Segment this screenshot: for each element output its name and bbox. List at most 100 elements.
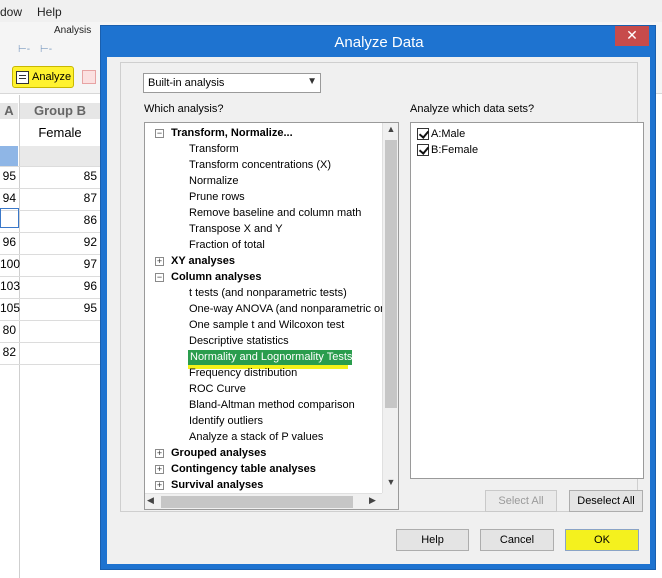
select-all-button[interactable]: Select All	[485, 490, 557, 512]
tree-category[interactable]: Contingency table analyses	[171, 462, 316, 478]
tree-category[interactable]: Survival analyses	[171, 478, 263, 494]
checkbox-checked-icon[interactable]	[417, 144, 429, 156]
grid-line	[0, 166, 100, 167]
grid-line	[0, 364, 100, 365]
column-b-title[interactable]: Female	[20, 125, 100, 140]
menu-help[interactable]: Help	[37, 5, 62, 19]
menu-window[interactable]: dow	[0, 5, 22, 19]
dialog-body: Built-in analysis ▼ Which analysis? Anal…	[107, 57, 650, 564]
ok-button[interactable]: OK	[565, 529, 639, 551]
table-cell[interactable]: 94	[0, 191, 18, 205]
scroll-up-icon[interactable]: ▲	[383, 124, 398, 134]
scroll-right-icon[interactable]: ▶	[369, 495, 376, 506]
tree-category[interactable]: Transform, Normalize...	[171, 126, 293, 142]
analysis-type-dropdown[interactable]: Built-in analysis ▼	[143, 73, 321, 93]
expand-icon[interactable]: +	[155, 449, 164, 458]
tree-item[interactable]: Identify outliers	[189, 414, 263, 430]
tree-item[interactable]: Transpose X and Y	[189, 222, 283, 238]
table-icon[interactable]	[82, 70, 96, 84]
analyze-button[interactable]: Analyze	[12, 66, 74, 88]
scroll-left-icon[interactable]: ◀	[147, 495, 154, 506]
column-a-header[interactable]: A	[0, 103, 18, 119]
table-cell[interactable]: 97	[20, 257, 100, 271]
grid-line	[0, 342, 100, 343]
datasets-list: A:Male B:Female	[410, 122, 644, 479]
tree-item[interactable]: Bland-Altman method comparison	[189, 398, 355, 414]
horizontal-scrollbar[interactable]: ◀ ▶	[145, 493, 382, 509]
tree-item[interactable]: One sample t and Wilcoxon test	[189, 318, 344, 334]
expand-icon[interactable]: +	[155, 481, 164, 490]
tree-item[interactable]: Frequency distribution	[189, 366, 297, 382]
tree-item[interactable]: ROC Curve	[189, 382, 246, 398]
tree-item[interactable]: Transform concentrations (X)	[189, 158, 331, 174]
table-cell[interactable]: 105	[0, 301, 20, 315]
chart-icon[interactable]: ⊢-	[40, 44, 58, 58]
collapse-icon[interactable]: −	[155, 129, 164, 138]
tree-item[interactable]: Transform	[189, 142, 239, 158]
chevron-down-icon: ▼	[307, 76, 317, 87]
table-cell[interactable]: 85	[20, 169, 100, 183]
grid-line	[0, 254, 100, 255]
expand-icon[interactable]: +	[155, 465, 164, 474]
grid-line	[0, 298, 100, 299]
tree-item[interactable]: Fraction of total	[189, 238, 265, 254]
dataset-label: A:Male	[431, 128, 466, 140]
tree-item[interactable]: Normalize	[189, 174, 239, 190]
dialog-title: Analyze Data	[334, 34, 424, 51]
analyze-data-dialog: Analyze Data ✕ Built-in analysis ▼ Which…	[100, 25, 656, 570]
vertical-scroll-thumb[interactable]	[385, 140, 397, 408]
scrollbar-corner	[382, 493, 398, 509]
tree-item[interactable]: Descriptive statistics	[189, 334, 289, 350]
tree-item[interactable]: Prune rows	[189, 190, 245, 206]
tree-item[interactable]: t tests (and nonparametric tests)	[189, 286, 347, 302]
dataset-item[interactable]: B:Female	[417, 142, 478, 158]
analysis-type-value: Built-in analysis	[148, 77, 225, 89]
table-cell[interactable]: 100	[0, 257, 20, 271]
table-cell[interactable]: 86	[20, 213, 100, 227]
column-b-subheader[interactable]	[20, 146, 100, 166]
table-cell[interactable]: 103	[0, 279, 20, 293]
chart-icon[interactable]: ⊢-	[18, 44, 36, 58]
analysis-tree[interactable]: − Transform, Normalize... Transform Transfo…	[144, 122, 399, 510]
column-a-subheader[interactable]	[0, 146, 18, 166]
tree-item[interactable]: Remove baseline and column math	[189, 206, 361, 222]
cancel-button[interactable]: Cancel	[480, 529, 554, 551]
collapse-icon[interactable]: −	[155, 273, 164, 282]
column-divider	[19, 95, 20, 578]
which-analysis-label: Which analysis?	[144, 103, 224, 115]
column-b-header[interactable]: Group B	[20, 103, 100, 119]
menu-bar: dow Help	[0, 0, 662, 24]
deselect-all-button[interactable]: Deselect All	[569, 490, 643, 512]
analyze-label: Analyze	[32, 71, 72, 83]
tree-item[interactable]: One-way ANOVA (and nonparametric or	[189, 302, 384, 318]
ribbon-group-label: Analysis	[54, 25, 92, 36]
help-button[interactable]: Help	[396, 529, 469, 551]
datasets-label: Analyze which data sets?	[410, 103, 535, 115]
vertical-scrollbar[interactable]: ▲ ▼	[382, 123, 398, 493]
dataset-label: B:Female	[431, 144, 479, 156]
close-button[interactable]: ✕	[615, 26, 649, 46]
table-cell[interactable]: 82	[0, 345, 18, 359]
content-frame: Built-in analysis ▼ Which analysis? Anal…	[120, 62, 644, 512]
tree-category[interactable]: Grouped analyses	[171, 446, 266, 462]
horizontal-scroll-thumb[interactable]	[161, 496, 353, 508]
checkbox-checked-icon[interactable]	[417, 128, 429, 140]
table-cell[interactable]: 87	[20, 191, 100, 205]
tree-item[interactable]: Analyze a stack of P values	[189, 430, 323, 446]
tree-item[interactable]: Normality and Lognormality Tests	[190, 350, 352, 366]
grid-line	[0, 232, 100, 233]
analyze-icon	[16, 70, 29, 84]
tree-category[interactable]: XY analyses	[171, 254, 235, 270]
scroll-down-icon[interactable]: ▼	[383, 477, 398, 487]
grid-line	[0, 188, 100, 189]
table-cell[interactable]: 80	[0, 323, 18, 337]
tree-category[interactable]: Column analyses	[171, 270, 261, 286]
table-cell[interactable]: 96	[0, 235, 18, 249]
table-cell[interactable]: 95	[20, 301, 100, 315]
dataset-item[interactable]: A:Male	[417, 126, 465, 142]
table-cell[interactable]: 95	[0, 169, 18, 183]
selected-cell[interactable]	[0, 208, 19, 228]
table-cell[interactable]: 96	[20, 279, 100, 293]
table-cell[interactable]: 92	[20, 235, 100, 249]
expand-icon[interactable]: +	[155, 257, 164, 266]
